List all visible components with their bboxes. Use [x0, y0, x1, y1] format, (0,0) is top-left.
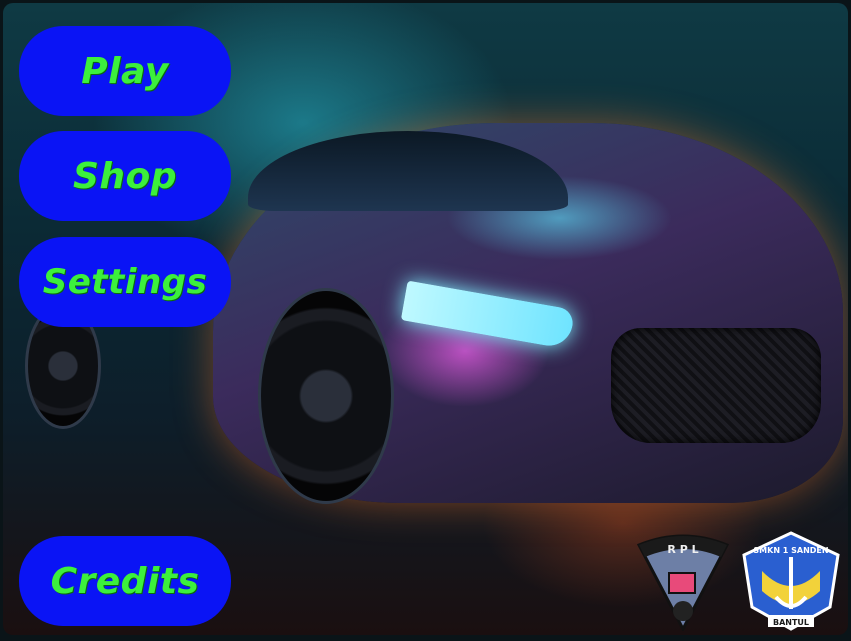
car-front-wheel [258, 288, 394, 504]
rpl-logo-text: R P L [667, 543, 698, 556]
settings-button[interactable]: Settings [19, 237, 231, 327]
school-logo-bottom-text: BANTUL [773, 618, 809, 627]
play-button[interactable]: Play [19, 26, 231, 116]
rpl-logo: R P L [636, 534, 730, 631]
school-logo-top-text: SMKN 1 SANDEN [753, 546, 828, 555]
credits-button[interactable]: Credits [19, 536, 231, 626]
school-logo: SMKN 1 SANDEN BANTUL [742, 531, 840, 631]
car-grille [611, 328, 821, 443]
game-main-menu: Play Shop Settings Credits R P L SMKN 1 … [3, 3, 848, 635]
shop-button[interactable]: Shop [19, 131, 231, 221]
